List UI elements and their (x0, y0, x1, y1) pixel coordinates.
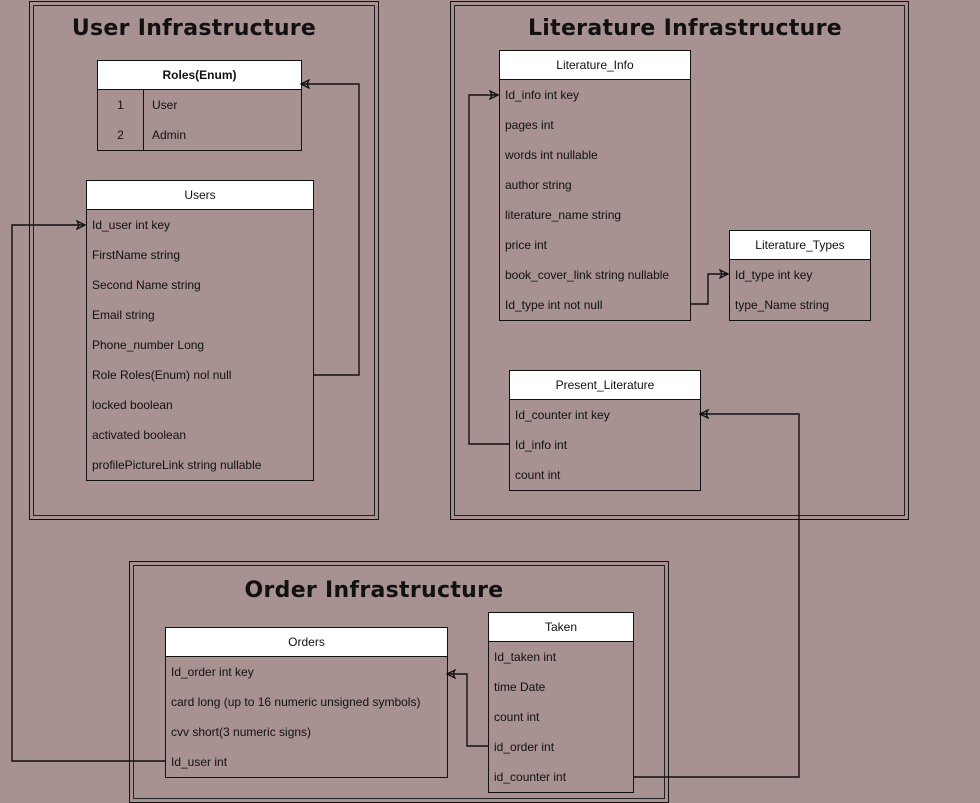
connector-users-role-to-roles (301, 84, 360, 376)
connector-taken-counter-to-present (633, 414, 800, 778)
relationship-connectors (11, 0, 800, 778)
connector-taken-order-to-orders (447, 674, 488, 747)
connector-orders-user-to-users (11, 225, 165, 762)
connector-present-info-to-info (468, 95, 509, 445)
connector-info-type-to-types (690, 274, 728, 305)
